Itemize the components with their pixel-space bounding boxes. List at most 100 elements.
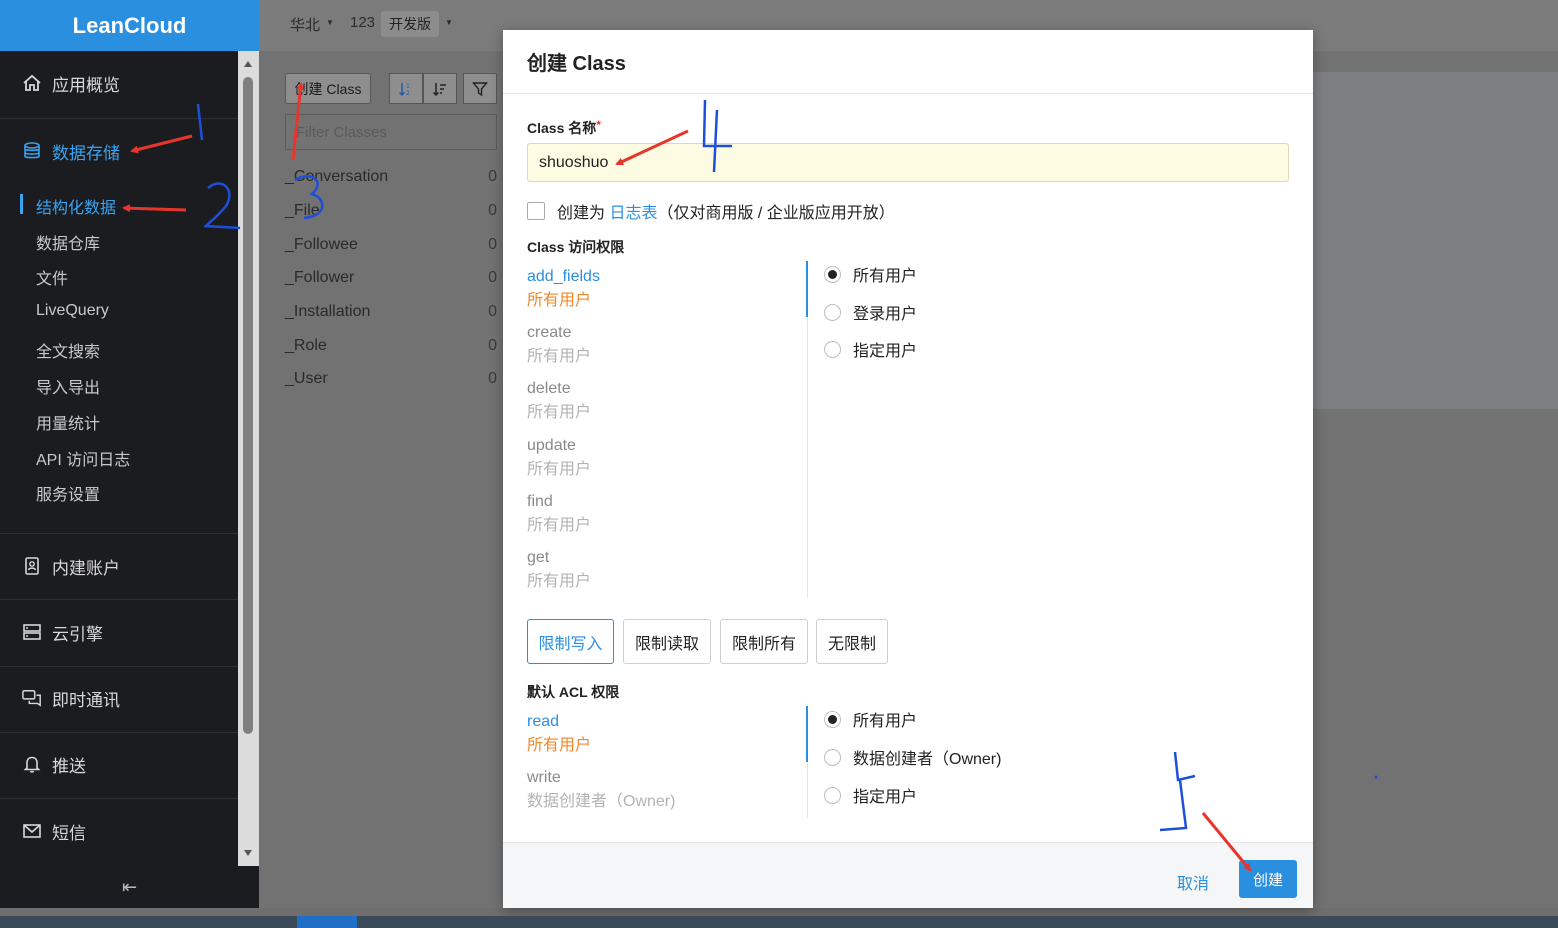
permission-name: add_fields bbox=[527, 268, 600, 285]
class-row-file[interactable]: _File 0 bbox=[285, 202, 497, 220]
class-row-follower[interactable]: _Follower 0 bbox=[285, 269, 497, 287]
acl-name: read bbox=[527, 713, 560, 730]
acl-write[interactable]: write 数据创建者（Owner) bbox=[527, 769, 675, 811]
collapse-sidebar-button[interactable]: ⇤ bbox=[0, 866, 259, 908]
class-count: 0 bbox=[488, 269, 497, 286]
cancel-button[interactable]: 取消 bbox=[1177, 870, 1209, 894]
nav-label: 应用概览 bbox=[52, 75, 120, 95]
class-row-user[interactable]: _User 0 bbox=[285, 370, 497, 388]
class-row-role[interactable]: _Role 0 bbox=[285, 337, 497, 355]
radio-unchecked[interactable] bbox=[824, 786, 841, 804]
access-option-specified[interactable]: 指定用户 bbox=[824, 337, 917, 361]
sort-alpha-button[interactable]: 12 bbox=[389, 73, 423, 104]
selected-acl-marker bbox=[806, 706, 808, 762]
brand-logo[interactable]: LeanCloud bbox=[0, 0, 259, 51]
permission-create[interactable]: create 所有用户 bbox=[527, 324, 591, 366]
create-button[interactable]: 创建 bbox=[1239, 860, 1297, 898]
svg-text:2: 2 bbox=[406, 90, 410, 97]
sub-item-data-warehouse[interactable]: 数据仓库 bbox=[36, 230, 100, 254]
class-row-followee[interactable]: _Followee 0 bbox=[285, 236, 497, 254]
app-name[interactable]: 123 bbox=[350, 14, 375, 31]
taskbar-active-item[interactable] bbox=[297, 916, 357, 928]
log-table-link[interactable]: 日志表 bbox=[609, 205, 657, 222]
scrollbar-thumb[interactable] bbox=[243, 77, 253, 734]
class-name: _User bbox=[285, 370, 328, 387]
permission-value: 所有用户 bbox=[527, 573, 592, 590]
radio-unchecked[interactable] bbox=[824, 340, 841, 358]
permission-name: get bbox=[527, 549, 550, 566]
log-table-checkbox[interactable] bbox=[527, 202, 545, 220]
region-selector[interactable]: 华北 bbox=[290, 14, 320, 35]
sub-item-files[interactable]: 文件 bbox=[36, 265, 68, 289]
class-row-installation[interactable]: _Installation 0 bbox=[285, 303, 497, 321]
acl-read[interactable]: read 所有用户 bbox=[527, 713, 591, 755]
acl-value: 数据创建者（Owner) bbox=[527, 793, 676, 810]
permission-name: delete bbox=[527, 380, 571, 397]
permission-delete[interactable]: delete 所有用户 bbox=[527, 380, 591, 422]
sub-item-fulltext-search[interactable]: 全文搜索 bbox=[36, 338, 100, 362]
preset-unrestricted-button[interactable]: 无限制 bbox=[816, 619, 888, 664]
preset-restrict-all-button[interactable]: 限制所有 bbox=[720, 619, 808, 664]
filter-classes-input[interactable]: Filter Classes bbox=[285, 114, 497, 150]
collapse-icon: ⇤ bbox=[121, 876, 138, 897]
access-option-all-users[interactable]: 所有用户 bbox=[824, 262, 917, 286]
scroll-up-icon[interactable] bbox=[244, 61, 252, 67]
permission-update[interactable]: update 所有用户 bbox=[527, 437, 591, 479]
log-table-option[interactable]: 创建为 日志表（仅对商用版 / 企业版应用开放） bbox=[527, 199, 895, 223]
permission-name: find bbox=[527, 493, 553, 510]
permission-get[interactable]: get 所有用户 bbox=[527, 549, 591, 591]
radio-checked[interactable] bbox=[824, 710, 841, 728]
scroll-down-icon[interactable] bbox=[244, 850, 252, 856]
nav-builtin-accounts[interactable]: 内建账户 bbox=[0, 551, 238, 581]
class-count: 0 bbox=[488, 202, 497, 219]
nav-app-overview[interactable]: 应用概览 bbox=[0, 68, 238, 98]
class-name-label: Class 名称* bbox=[527, 118, 601, 138]
create-class-button[interactable]: 创建 Class bbox=[285, 73, 371, 104]
class-count: 0 bbox=[488, 236, 497, 253]
log-table-text: 创建为 日志表（仅对商用版 / 企业版应用开放） bbox=[557, 199, 895, 223]
create-class-dialog: 创建 Class Class 名称* 创建为 日志表（仅对商用版 / 企业版应用… bbox=[503, 30, 1313, 908]
nav-sms[interactable]: 短信 bbox=[0, 816, 238, 846]
acl-value: 所有用户 bbox=[527, 737, 592, 754]
plan-badge: 开发版 bbox=[381, 11, 439, 37]
access-option-logged-in[interactable]: 登录用户 bbox=[824, 300, 917, 324]
nav-cloud-engine[interactable]: 云引擎 bbox=[0, 617, 238, 647]
preset-restrict-write-button[interactable]: 限制写入 bbox=[527, 619, 614, 664]
permission-add-fields[interactable]: add_fields 所有用户 bbox=[527, 268, 600, 310]
nav-data-storage[interactable]: 数据存储 bbox=[0, 136, 238, 166]
sort-alpha-icon: 12 bbox=[398, 82, 410, 97]
class-row-conversation[interactable]: _Conversation 0 bbox=[285, 168, 497, 186]
sort-count-button[interactable] bbox=[423, 73, 457, 104]
permission-find[interactable]: find 所有用户 bbox=[527, 493, 591, 535]
class-count: 0 bbox=[488, 168, 497, 185]
chevron-down-icon[interactable]: ▼ bbox=[445, 18, 453, 27]
sub-item-livequery[interactable]: LiveQuery bbox=[36, 302, 109, 320]
radio-unchecked[interactable] bbox=[824, 303, 841, 321]
selected-permission-marker bbox=[806, 261, 808, 317]
sub-item-service-settings[interactable]: 服务设置 bbox=[36, 481, 100, 505]
access-title: Class 访问权限 bbox=[527, 239, 625, 255]
sub-item-usage-stats[interactable]: 用量统计 bbox=[36, 410, 100, 434]
sub-item-import-export[interactable]: 导入导出 bbox=[36, 374, 100, 398]
sub-item-structured-data[interactable]: 结构化数据 bbox=[36, 194, 116, 218]
class-count: 0 bbox=[488, 370, 497, 387]
sidebar-scrollbar[interactable] bbox=[238, 51, 259, 866]
nav-label: 推送 bbox=[52, 756, 86, 776]
nav-instant-messaging[interactable]: 即时通讯 bbox=[0, 683, 238, 713]
acl-name: write bbox=[527, 769, 561, 786]
bell-icon bbox=[22, 754, 42, 774]
radio-unchecked[interactable] bbox=[824, 748, 841, 766]
radio-checked[interactable] bbox=[824, 265, 841, 283]
filter-button[interactable] bbox=[463, 73, 497, 104]
sub-item-api-logs[interactable]: API 访问日志 bbox=[36, 446, 130, 470]
acl-option-specified[interactable]: 指定用户 bbox=[824, 783, 917, 807]
svg-text:1: 1 bbox=[406, 83, 410, 90]
preset-restrict-read-button[interactable]: 限制读取 bbox=[623, 619, 711, 664]
class-name-input[interactable] bbox=[527, 143, 1289, 182]
nav-push[interactable]: 推送 bbox=[0, 749, 238, 779]
acl-option-all-users[interactable]: 所有用户 bbox=[824, 707, 917, 731]
acl-option-owner[interactable]: 数据创建者（Owner) bbox=[824, 745, 1001, 769]
active-indicator bbox=[20, 194, 23, 214]
radio-label: 指定用户 bbox=[853, 343, 918, 360]
home-icon bbox=[22, 73, 42, 93]
